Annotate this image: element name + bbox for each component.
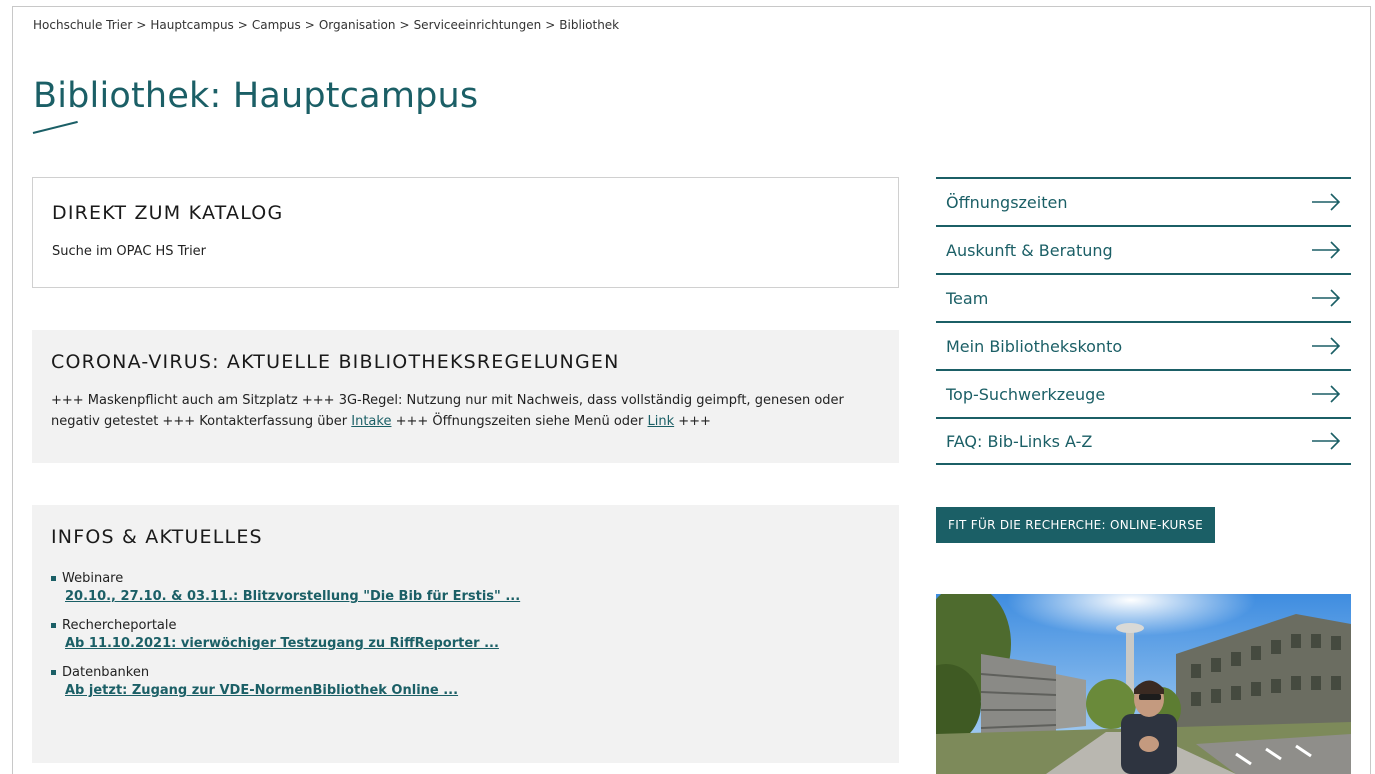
corona-text: +++ Maskenpflicht auch am Sitzplatz +++ …: [51, 390, 880, 432]
breadcrumb-separator: >: [304, 18, 315, 32]
news-category: Webinare: [51, 571, 880, 586]
list-item: Rechercheportale Ab 11.10.2021: vierwöch…: [51, 618, 880, 651]
intake-link[interactable]: Intake: [351, 414, 391, 429]
breadcrumb-separator: >: [399, 18, 410, 32]
side-nav: Öffnungszeiten Auskunft & Beratung Team …: [936, 177, 1351, 465]
side-nav-item-suchwerkzeuge[interactable]: Top-Suchwerkzeuge: [936, 369, 1351, 417]
opening-hours-link[interactable]: Link: [648, 414, 675, 429]
corona-box: CORONA-VIRUS: AKTUELLE BIBLIOTHEKSREGELU…: [32, 330, 899, 463]
breadcrumb-item-organisation[interactable]: Organisation: [319, 18, 396, 32]
breadcrumb-separator: >: [545, 18, 556, 32]
arrow-right-icon: [1312, 337, 1341, 355]
online-kurse-button[interactable]: FIT FÜR DIE RECHERCHE: ONLINE-KURSE: [936, 507, 1215, 543]
arrow-right-icon: [1312, 432, 1341, 450]
news-category-label: Rechercheportale: [62, 618, 177, 633]
side-nav-label: Auskunft & Beratung: [946, 240, 1113, 260]
side-nav-item-team[interactable]: Team: [936, 273, 1351, 321]
breadcrumb: Hochschule Trier > Hauptcampus > Campus > Orga…: [33, 18, 619, 32]
side-nav-item-faq[interactable]: FAQ: Bib-Links A-Z: [936, 417, 1351, 465]
side-nav-item-konto[interactable]: Mein Bibliothekskonto: [936, 321, 1351, 369]
side-nav-item-oeffnungszeiten[interactable]: Öffnungszeiten: [936, 177, 1351, 225]
side-nav-label: Mein Bibliothekskonto: [946, 336, 1123, 356]
list-item: Webinare 20.10., 27.10. & 03.11.: Blitzv…: [51, 571, 880, 604]
news-link[interactable]: Ab jetzt: Zugang zur VDE-NormenBibliothe…: [65, 683, 880, 698]
side-nav-label: FAQ: Bib-Links A-Z: [946, 431, 1093, 451]
arrow-right-icon: [1312, 385, 1341, 403]
infos-heading: INFOS & AKTUELLES: [51, 526, 263, 548]
corona-text-part2: +++ Öffnungszeiten siehe Menü oder: [391, 414, 648, 429]
news-list: Webinare 20.10., 27.10. & 03.11.: Blitzv…: [51, 571, 880, 698]
news-category: Datenbanken: [51, 665, 880, 680]
katalog-box: DIREKT ZUM KATALOG Suche im OPAC HS Trie…: [32, 177, 899, 288]
breadcrumb-item-current: Bibliothek: [559, 18, 620, 32]
campus-video-thumbnail[interactable]: [936, 594, 1351, 774]
breadcrumb-item-campus[interactable]: Campus: [252, 18, 301, 32]
news-category-label: Datenbanken: [62, 665, 150, 680]
opac-search-link[interactable]: Suche im OPAC HS Trier: [52, 244, 879, 259]
page-title: Bibliothek: Hauptcampus: [33, 76, 479, 116]
side-nav-item-auskunft[interactable]: Auskunft & Beratung: [936, 225, 1351, 273]
arrow-right-icon: [1312, 241, 1341, 259]
news-category-label: Webinare: [62, 571, 124, 586]
breadcrumb-separator: >: [136, 18, 147, 32]
list-item: Datenbanken Ab jetzt: Zugang zur VDE-Nor…: [51, 665, 880, 698]
side-nav-label: Top-Suchwerkzeuge: [946, 384, 1106, 404]
corona-text-part3: +++: [674, 414, 711, 429]
campus-photo-image: [936, 594, 1351, 774]
square-bullet-icon: [51, 623, 56, 628]
square-bullet-icon: [51, 576, 56, 581]
side-nav-label: Team: [946, 288, 989, 308]
infos-box: INFOS & AKTUELLES Webinare 20.10., 27.10…: [32, 505, 899, 763]
corona-heading: CORONA-VIRUS: AKTUELLE BIBLIOTHEKSREGELU…: [51, 351, 620, 373]
breadcrumb-item-hochschule[interactable]: Hochschule Trier: [33, 18, 132, 32]
square-bullet-icon: [51, 670, 56, 675]
news-link[interactable]: 20.10., 27.10. & 03.11.: Blitzvorstellun…: [65, 589, 880, 604]
katalog-heading: DIREKT ZUM KATALOG: [52, 202, 284, 224]
breadcrumb-item-hauptcampus[interactable]: Hauptcampus: [150, 18, 233, 32]
arrow-right-icon: [1312, 289, 1341, 307]
side-nav-label: Öffnungszeiten: [946, 192, 1068, 212]
news-category: Rechercheportale: [51, 618, 880, 633]
breadcrumb-item-serviceeinrichtungen[interactable]: Serviceeinrichtungen: [414, 18, 542, 32]
arrow-right-icon: [1312, 193, 1341, 211]
breadcrumb-separator: >: [237, 18, 248, 32]
news-link[interactable]: Ab 11.10.2021: vierwöchiger Testzugang z…: [65, 636, 880, 651]
